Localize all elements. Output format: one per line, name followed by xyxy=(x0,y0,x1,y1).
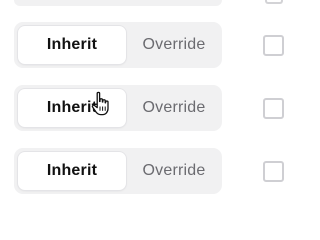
setting-row: Inherit Override xyxy=(0,85,300,131)
segmented-control-partial xyxy=(14,0,222,6)
inherit-override-toggle: Inherit Override xyxy=(14,85,222,131)
inherit-option[interactable]: Inherit xyxy=(18,152,126,190)
override-option[interactable]: Override xyxy=(130,152,218,190)
row-checkbox[interactable] xyxy=(263,35,284,56)
row-checkbox[interactable] xyxy=(263,98,284,119)
inherit-option[interactable]: Inherit xyxy=(18,89,126,127)
override-option[interactable]: Override xyxy=(130,26,218,64)
inherit-option[interactable]: Inherit xyxy=(18,26,126,64)
row-checkbox[interactable] xyxy=(263,161,284,182)
override-option[interactable]: Override xyxy=(130,89,218,127)
inherit-override-toggle: Inherit Override xyxy=(14,148,222,194)
inherit-override-toggle: Inherit Override xyxy=(14,22,222,68)
checkbox-partial[interactable] xyxy=(265,0,283,4)
settings-panel: Inherit Override Inherit Override Inheri… xyxy=(0,0,300,209)
setting-row: Inherit Override xyxy=(0,148,300,194)
setting-row: Inherit Override xyxy=(0,22,300,68)
